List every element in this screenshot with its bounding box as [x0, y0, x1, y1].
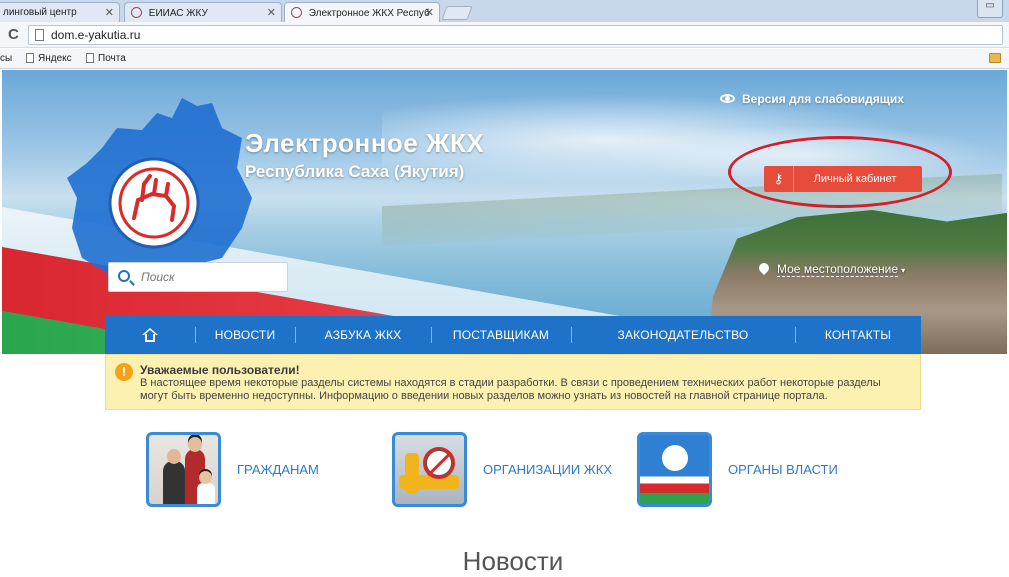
- browser-tab[interactable]: линговый центр ✕: [0, 2, 120, 22]
- accessibility-label: Версия для слабовидящих: [742, 92, 904, 106]
- browser-tab[interactable]: ЕИИАС ЖКУ ✕: [124, 2, 282, 22]
- page-icon: [86, 53, 94, 63]
- card-organizations[interactable]: ОРГАНИЗАЦИИ ЖКХ: [392, 431, 612, 507]
- chevron-down-icon: ▾: [901, 266, 906, 275]
- eye-icon: [720, 94, 735, 103]
- card-label[interactable]: ГРАЖДАНАМ: [237, 462, 319, 477]
- close-tab-icon[interactable]: ✕: [105, 6, 114, 19]
- card-label[interactable]: ОРГАНЫ ВЛАСТИ: [728, 462, 838, 477]
- card-label[interactable]: ОРГАНИЗАЦИИ ЖКХ: [483, 462, 612, 477]
- browser-tab-bar: линговый центр ✕ ЕИИАС ЖКУ ✕ Электронное…: [0, 0, 1009, 22]
- nav-item-legislation[interactable]: ЗАКОНОДАТЕЛЬСТВО: [571, 316, 795, 354]
- cabinet-label: Личный кабинет: [813, 173, 897, 185]
- close-tab-icon[interactable]: ✕: [425, 6, 434, 19]
- page-icon: [35, 29, 44, 41]
- nav-item-news[interactable]: НОВОСТИ: [195, 316, 295, 354]
- flag-image[interactable]: [637, 431, 712, 507]
- favicon-icon: [131, 7, 142, 18]
- bookmark-item[interactable]: сы: [0, 53, 12, 64]
- card-citizens[interactable]: ГРАЖДАНАМ: [146, 431, 319, 507]
- search-icon[interactable]: [118, 270, 130, 282]
- url-field[interactable]: dom.e-yakutia.ru: [28, 25, 1003, 45]
- bookmarks-bar: сы Яндекс Почта: [0, 49, 1009, 69]
- personal-cabinet-button[interactable]: ⚷ Личный кабинет: [764, 166, 922, 192]
- accessibility-version-link[interactable]: Версия для слабовидящих: [720, 92, 904, 106]
- nav-item-contacts[interactable]: КОНТАКТЫ: [795, 316, 921, 354]
- yakutia-map-emblem: [67, 98, 252, 283]
- pipes-photo[interactable]: [392, 431, 467, 507]
- tab-label: Электронное ЖКХ Респуб: [308, 8, 430, 19]
- tab-label: ЕИИАС ЖКУ: [148, 8, 208, 19]
- site-title: Электронное ЖКХ: [245, 128, 485, 158]
- warning-icon: !: [115, 363, 133, 381]
- favicon-icon: [291, 7, 302, 18]
- map-pin-icon: [756, 260, 772, 276]
- main-nav: НОВОСТИ АЗБУКА ЖКХ ПОСТАВЩИКАМ ЗАКОНОДАТ…: [105, 316, 921, 354]
- url-text: dom.e-yakutia.ru: [51, 28, 141, 42]
- bookmark-item[interactable]: Почта: [86, 53, 126, 64]
- notice-title: Уважаемые пользователи!: [140, 363, 300, 377]
- notice-banner: ! Уважаемые пользователи! В настоящее вр…: [105, 354, 921, 410]
- news-heading: Новости: [462, 546, 564, 576]
- tab-label: линговый центр: [3, 7, 77, 18]
- page-icon: [26, 53, 34, 63]
- close-tab-icon[interactable]: ✕: [267, 6, 276, 19]
- search-input[interactable]: [141, 268, 281, 286]
- family-photo[interactable]: [146, 431, 221, 507]
- folder-icon[interactable]: [989, 53, 1001, 63]
- location-selector[interactable]: Мое местоположение ▾: [756, 260, 906, 277]
- key-icon: ⚷: [764, 166, 794, 192]
- window-menu-icon[interactable]: ▭: [977, 0, 1003, 18]
- bookmark-item[interactable]: Яндекс: [26, 53, 72, 64]
- nav-item-suppliers[interactable]: ПОСТАВЩИКАМ: [431, 316, 571, 354]
- bookmark-label: Почта: [98, 53, 126, 64]
- reload-icon[interactable]: C: [8, 26, 19, 43]
- location-label: Мое местоположение: [777, 262, 899, 277]
- search-box[interactable]: [108, 262, 288, 292]
- notice-text: В настоящее время некоторые разделы сист…: [140, 377, 881, 402]
- hero-banner: Электронное ЖКХ Республика Саха (Якутия)…: [2, 70, 1007, 354]
- card-government[interactable]: ОРГАНЫ ВЛАСТИ: [637, 431, 838, 507]
- new-tab-button[interactable]: [441, 6, 473, 20]
- bookmark-label: Яндекс: [38, 53, 72, 64]
- home-icon: [142, 328, 158, 342]
- browser-tab-active[interactable]: Электронное ЖКХ Респуб ✕: [284, 2, 440, 22]
- nav-home[interactable]: [105, 316, 195, 354]
- nav-item-abc[interactable]: АЗБУКА ЖКХ: [295, 316, 431, 354]
- site-subtitle: Республика Саха (Якутия): [245, 162, 465, 181]
- address-bar: C dom.e-yakutia.ru: [0, 22, 1009, 48]
